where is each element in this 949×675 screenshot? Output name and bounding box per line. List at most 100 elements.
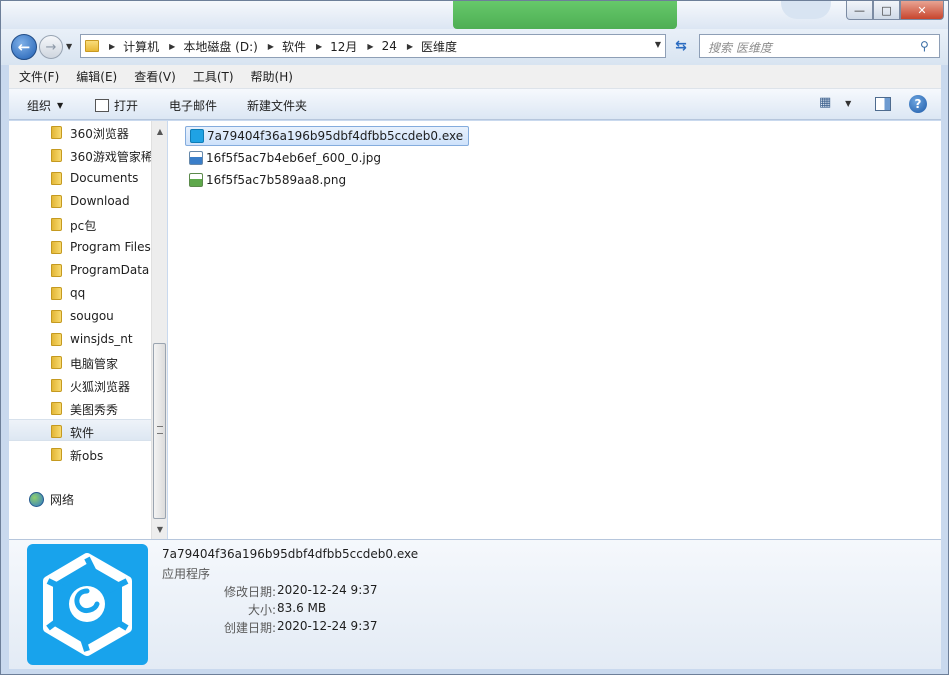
file-name: 7a79404f36a196b95dbf4dfbb5ccdeb0.exe — [207, 129, 464, 143]
details-size-label: 大小: — [247, 603, 276, 617]
breadcrumb-current[interactable]: 医维度 — [421, 38, 457, 55]
tree-item-label: Download — [70, 194, 130, 208]
breadcrumb-24[interactable]: 24 — [382, 39, 397, 53]
png-file-icon — [189, 173, 203, 187]
refresh-button[interactable]: ⇆ — [669, 34, 693, 58]
folder-icon — [51, 149, 62, 162]
address-bar[interactable]: ▶ 计算机 ▶ 本地磁盘 (D:) ▶ 软件 ▶ 12月 ▶ 24 ▶ 医维度 … — [80, 34, 666, 58]
chevron-right-icon[interactable]: ▶ — [367, 42, 373, 51]
open-button[interactable]: 打开 — [95, 97, 138, 114]
tree-item-pc[interactable]: pc包 — [9, 213, 151, 235]
file-item-jpg[interactable]: 16f5f5ac7b4eb6ef_600_0.jpg — [185, 148, 386, 168]
tree-item-label: qq — [70, 286, 86, 300]
menu-view[interactable]: 查看(V) — [134, 68, 176, 85]
chevron-right-icon[interactable]: ▶ — [407, 42, 413, 51]
chevron-right-icon[interactable]: ▶ — [316, 42, 322, 51]
tree-item-documents[interactable]: Documents — [9, 167, 151, 189]
navigation-pane[interactable]: 360浏览器 360游戏管家稀 Documents Download pc包 P… — [9, 121, 167, 539]
new-folder-label: 新建文件夹 — [247, 99, 308, 113]
help-button[interactable]: ? — [909, 95, 927, 113]
tree-item-firefox[interactable]: 火狐浏览器 — [9, 374, 151, 396]
chevron-right-icon[interactable]: ▶ — [169, 42, 175, 51]
new-folder-button[interactable]: 新建文件夹 — [247, 97, 307, 114]
tree-item-label: Program Files — [70, 240, 151, 254]
tree-item-sougou[interactable]: sougou — [9, 305, 151, 327]
menu-file[interactable]: 文件(F) — [19, 68, 59, 85]
scrollbar-thumb[interactable] — [153, 343, 166, 519]
tree-item-label: 电脑管家 — [70, 357, 119, 371]
chevron-down-icon: ▼ — [845, 99, 852, 108]
folder-icon — [51, 172, 62, 185]
tree-item-network[interactable]: 网络 — [29, 491, 74, 508]
maximize-button[interactable]: □ — [873, 1, 900, 20]
tree-item-software[interactable]: 软件 — [9, 419, 151, 441]
folder-icon — [51, 402, 62, 415]
background-banner — [453, 1, 677, 29]
tree-item-label: 360浏览器 — [70, 127, 129, 141]
change-view-button[interactable]: ▦ ▼ — [819, 95, 851, 110]
tree-item-download[interactable]: Download — [9, 190, 151, 212]
tree-item-programdata[interactable]: ProgramData — [9, 259, 151, 281]
tree-item-label: 软件 — [70, 426, 95, 440]
tree-item-pc-manager[interactable]: 电脑管家 — [9, 351, 151, 373]
tree-item-360gamemanager[interactable]: 360游戏管家稀 — [9, 144, 151, 166]
tree-item-winsjds[interactable]: winsjds_nt — [9, 328, 151, 350]
back-button[interactable]: ← — [11, 34, 37, 60]
tree-item-qq[interactable]: qq — [9, 282, 151, 304]
open-label: 打开 — [114, 99, 139, 113]
file-list[interactable]: 7a79404f36a196b95dbf4dfbb5ccdeb0.exe 16f… — [168, 121, 941, 539]
search-placeholder: 搜索 医维度 — [708, 41, 772, 55]
tree-item-label: 360游戏管家稀 — [70, 150, 151, 164]
explorer-window: — □ ✕ ← → ▼ ▶ 计算机 ▶ 本地磁盘 (D:) ▶ 软件 ▶ 12月… — [0, 0, 949, 675]
file-item-png[interactable]: 16f5f5ac7b589aa8.png — [185, 170, 351, 190]
address-history-dropdown-icon[interactable]: ▼ — [655, 40, 661, 49]
search-icon[interactable]: ⚲ — [920, 39, 934, 53]
scroll-up-icon[interactable]: ▲ — [152, 123, 168, 139]
chevron-right-icon[interactable]: ▶ — [109, 42, 115, 51]
tree-item-label: 美图秀秀 — [70, 403, 119, 417]
navigation-scrollbar[interactable]: ▲ ▼ — [151, 121, 167, 539]
file-item-exe[interactable]: 7a79404f36a196b95dbf4dfbb5ccdeb0.exe — [185, 126, 470, 146]
folder-icon — [51, 448, 62, 461]
tree-item-label: Documents — [70, 171, 139, 185]
tree-item-360browser[interactable]: 360浏览器 — [9, 121, 151, 143]
folder-icon — [51, 218, 62, 231]
breadcrumb-drive[interactable]: 本地磁盘 (D:) — [183, 38, 257, 55]
app-logo-graphic — [43, 553, 132, 656]
tree-item-label: 新obs — [70, 449, 104, 463]
breadcrumb-software[interactable]: 软件 — [282, 38, 306, 55]
preview-pane-button[interactable] — [875, 97, 891, 111]
folder-icon — [51, 264, 62, 277]
minimize-button[interactable]: — — [846, 1, 873, 20]
forward-button[interactable]: → — [39, 35, 63, 59]
chevron-down-icon: ▼ — [57, 101, 64, 110]
organize-button[interactable]: 组织 ▼ — [27, 97, 63, 114]
tree-item-label: 网络 — [50, 493, 75, 507]
menu-tools[interactable]: 工具(T) — [193, 68, 234, 85]
details-pane: 7a79404f36a196b95dbf4dfbb5ccdeb0.exe 应用程… — [9, 539, 941, 669]
file-name: 16f5f5ac7b589aa8.png — [206, 173, 347, 187]
recent-pages-dropdown-icon[interactable]: ▼ — [66, 42, 72, 51]
tree-item-program-files[interactable]: Program Files — [9, 236, 151, 258]
tree-item-meitu[interactable]: 美图秀秀 — [9, 397, 151, 419]
file-name: 16f5f5ac7b4eb6ef_600_0.jpg — [206, 151, 381, 165]
jpg-file-icon — [189, 151, 203, 165]
menu-help[interactable]: 帮助(H) — [251, 68, 293, 85]
tree-item-label: 火狐浏览器 — [70, 380, 131, 394]
chevron-right-icon[interactable]: ▶ — [268, 42, 274, 51]
title-bar[interactable]: — □ ✕ — [1, 1, 948, 29]
tree-item-new-obs[interactable]: 新obs — [9, 443, 151, 465]
email-label: 电子邮件 — [169, 99, 218, 113]
tree-item-label: winsjds_nt — [70, 332, 133, 346]
search-input[interactable]: 搜索 医维度 ⚲ — [699, 34, 940, 58]
folder-icon — [85, 40, 99, 52]
scroll-down-icon[interactable]: ▼ — [152, 521, 168, 537]
app-logo-icon — [27, 544, 148, 665]
email-button[interactable]: 电子邮件 — [169, 97, 217, 114]
breadcrumb-computer[interactable]: 计算机 — [123, 38, 159, 55]
breadcrumb-december[interactable]: 12月 — [330, 38, 357, 55]
help-icon: ? — [909, 95, 927, 113]
menu-edit[interactable]: 编辑(E) — [76, 68, 117, 85]
close-button[interactable]: ✕ — [900, 1, 944, 20]
preview-pane-icon — [875, 97, 891, 111]
